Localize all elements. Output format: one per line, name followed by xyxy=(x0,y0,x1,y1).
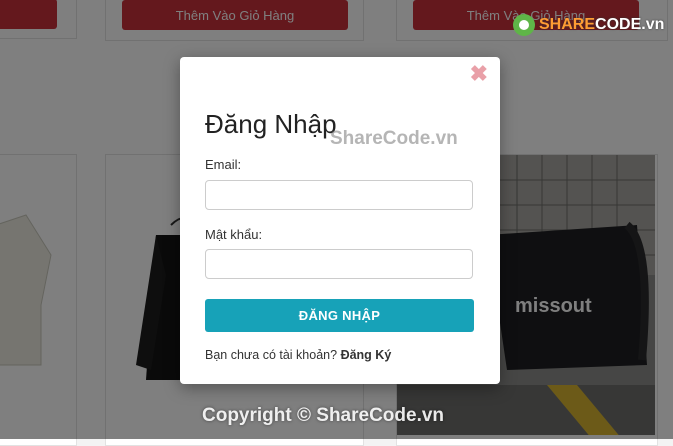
sharecode-logo: SHARECODE.vn xyxy=(513,14,664,36)
password-label: Mật khẩu: xyxy=(205,227,263,242)
logo-prefix: SHARE xyxy=(539,16,596,33)
login-button[interactable]: ĐĂNG NHẬP xyxy=(205,299,474,332)
register-link[interactable]: Đăng Ký xyxy=(341,348,392,362)
email-field[interactable] xyxy=(205,180,473,210)
no-account-text: Bạn chưa có tài khoản? xyxy=(205,348,338,362)
register-prompt: Bạn chưa có tài khoản? Đăng Ký xyxy=(205,348,391,362)
email-label: Email: xyxy=(205,157,242,172)
password-field[interactable] xyxy=(205,249,473,279)
watermark-center: ShareCode.vn xyxy=(330,128,458,149)
close-icon[interactable]: ✖ xyxy=(470,63,488,85)
login-modal: ✖ Đăng Nhập Email: Mật khẩu: ĐĂNG NHẬP B… xyxy=(180,57,500,384)
modal-title: Đăng Nhập xyxy=(205,109,337,139)
watermark-footer: Copyright © ShareCode.vn xyxy=(202,405,445,426)
logo-icon xyxy=(513,14,535,36)
logo-suffix: CODE.vn xyxy=(595,16,665,33)
